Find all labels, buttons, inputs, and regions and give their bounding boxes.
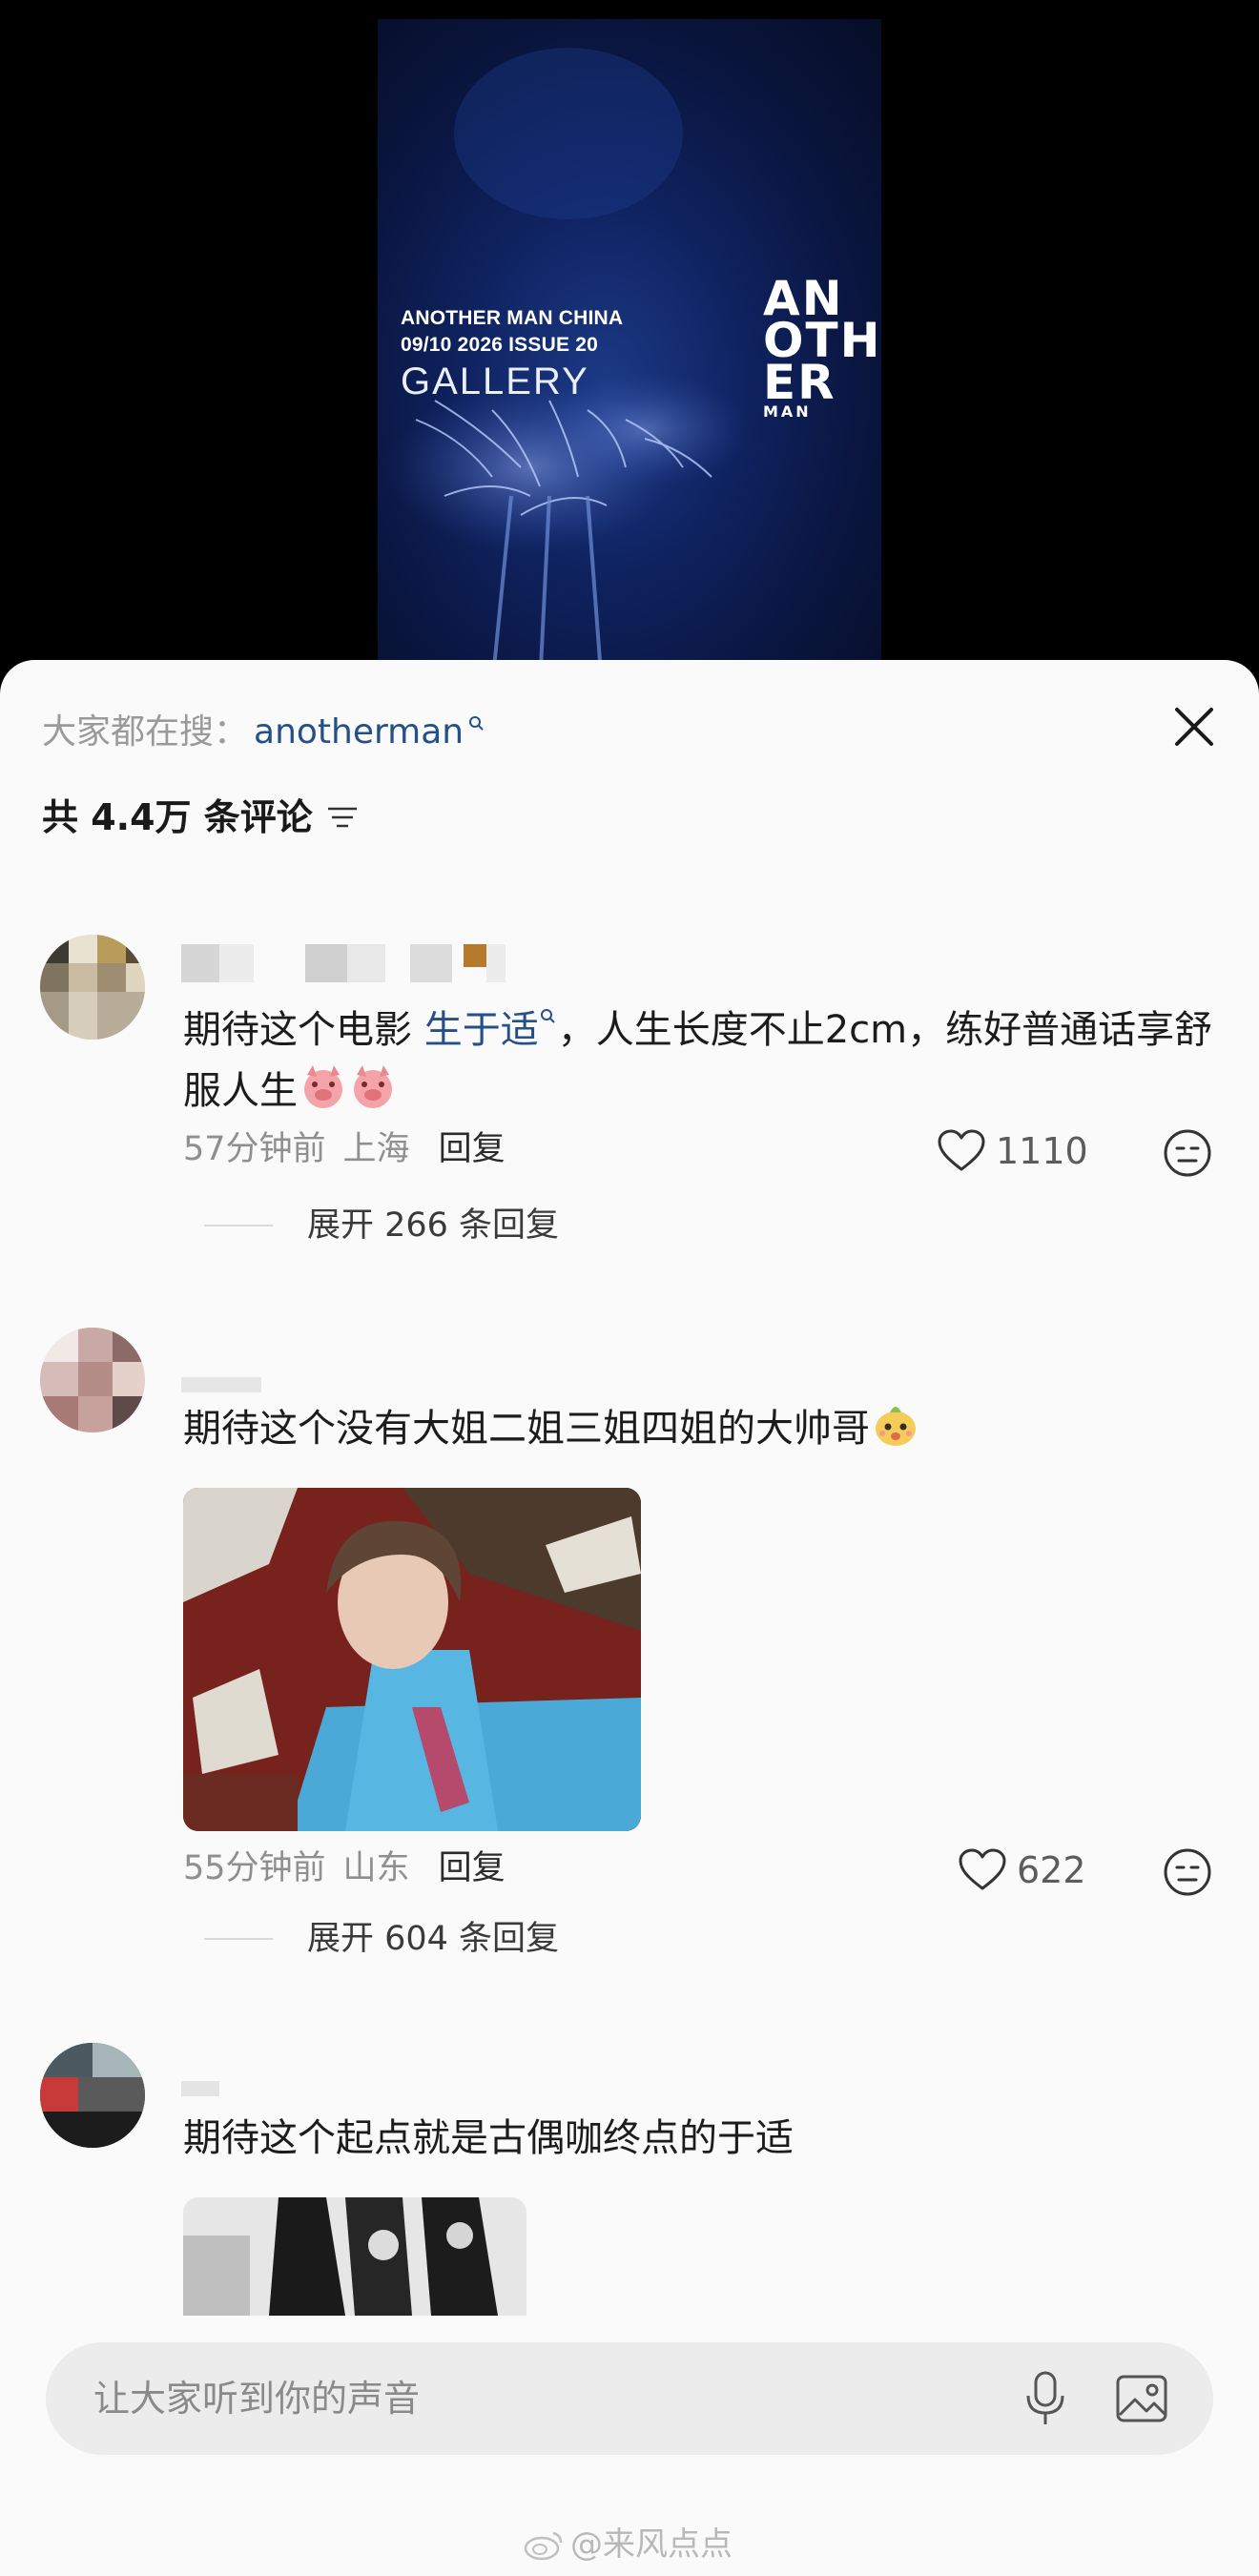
- comment-meta: 57分钟前 上海 回复: [183, 1125, 506, 1173]
- divider: [204, 1225, 273, 1226]
- comment-photo[interactable]: [183, 2197, 526, 2316]
- reaction-icon[interactable]: [1162, 1846, 1213, 1898]
- divider: [204, 1938, 273, 1940]
- reaction-icon[interactable]: [1162, 1127, 1213, 1179]
- video-player[interactable]: ANOTHER MAN CHINA 09/10 2026 ISSUE 20 GA…: [0, 0, 1259, 687]
- expand-replies[interactable]: 展开 604 条回复: [204, 1915, 559, 1963]
- pig-emoji-icon: [354, 1065, 392, 1108]
- avatar[interactable]: [40, 2043, 145, 2148]
- comment-meta: 55分钟前 山东 回复: [183, 1844, 506, 1892]
- comment-location: 上海: [342, 1130, 410, 1168]
- topic-link[interactable]: 生于适: [424, 1008, 539, 1052]
- comment-count[interactable]: 共 4.4万 条评论: [42, 792, 359, 843]
- microphone-icon[interactable]: [1021, 2369, 1070, 2428]
- comment-time: 57分钟前: [183, 1130, 326, 1168]
- comment-photo[interactable]: [183, 1488, 641, 1831]
- avatar[interactable]: [40, 935, 145, 1040]
- avatar[interactable]: [40, 1328, 145, 1432]
- like-button[interactable]: 1110: [937, 1127, 1088, 1175]
- watermark: @来风点点: [523, 2524, 733, 2566]
- expand-replies-label: 展开 266 条回复: [307, 1206, 560, 1245]
- sort-icon[interactable]: [326, 803, 359, 832]
- search-suggestion[interactable]: 大家都在搜： anotherman: [42, 708, 486, 757]
- search-term-link[interactable]: anotherman: [254, 708, 464, 757]
- search-icon: [540, 1009, 555, 1023]
- expand-replies-label: 展开 604 条回复: [307, 1920, 560, 1958]
- another-man-logo: AN OTH ER MAN: [763, 271, 881, 421]
- username-pixelated[interactable]: [181, 944, 506, 982]
- video-caption: ANOTHER MAN CHINA 09/10 2026 ISSUE 20 GA…: [401, 305, 623, 404]
- gallery-label: GALLERY: [401, 361, 589, 402]
- like-count: 1110: [996, 1130, 1088, 1172]
- comment-time: 55分钟前: [183, 1849, 326, 1887]
- comment-input-placeholder: 让大家听到你的声音: [93, 2378, 421, 2420]
- comment-text: 期待这个电影 生于适 ，人生长度不止2cm，练好普通话享舒服人生: [183, 1008, 1213, 1113]
- comment-input[interactable]: 让大家听到你的声音: [46, 2342, 1213, 2455]
- cute-face-emoji-icon: [876, 1407, 916, 1446]
- reply-button[interactable]: 回复: [439, 1125, 506, 1173]
- comment-text: 期待这个起点就是古偶咖终点的于适: [183, 2116, 794, 2160]
- image-icon[interactable]: [1114, 2371, 1169, 2426]
- comment-location: 山东: [342, 1849, 410, 1887]
- comment-sheet: 大家都在搜： anotherman 共 4.4万 条评论 期待这个电影 生于适 …: [0, 660, 1259, 2576]
- expand-replies[interactable]: 展开 266 条回复: [204, 1202, 559, 1249]
- video-frame[interactable]: ANOTHER MAN CHINA 09/10 2026 ISSUE 20 GA…: [378, 19, 881, 687]
- username-pixelated[interactable]: [181, 2070, 227, 2108]
- heart-icon: [959, 1848, 1006, 1890]
- like-button[interactable]: 622: [958, 1846, 1086, 1894]
- comment-text: 期待这个没有大姐二姐三姐四姐的大帅哥: [183, 1398, 1213, 1459]
- comment-count-text: 共 4.4万 条评论: [42, 796, 313, 838]
- issue-date: 09/10 2026 ISSUE 20: [401, 334, 598, 356]
- like-count: 622: [1017, 1849, 1086, 1891]
- reply-button[interactable]: 回复: [439, 1844, 506, 1892]
- weibo-logo-icon: [524, 2531, 563, 2561]
- close-icon[interactable]: [1169, 702, 1219, 752]
- search-icon: [469, 716, 484, 731]
- watermark-text: @来风点点: [570, 2525, 733, 2564]
- search-prefix: 大家都在搜：: [42, 712, 249, 752]
- heart-icon: [938, 1129, 985, 1171]
- pig-emoji-icon: [304, 1065, 342, 1108]
- magazine-name: ANOTHER MAN CHINA: [401, 307, 624, 329]
